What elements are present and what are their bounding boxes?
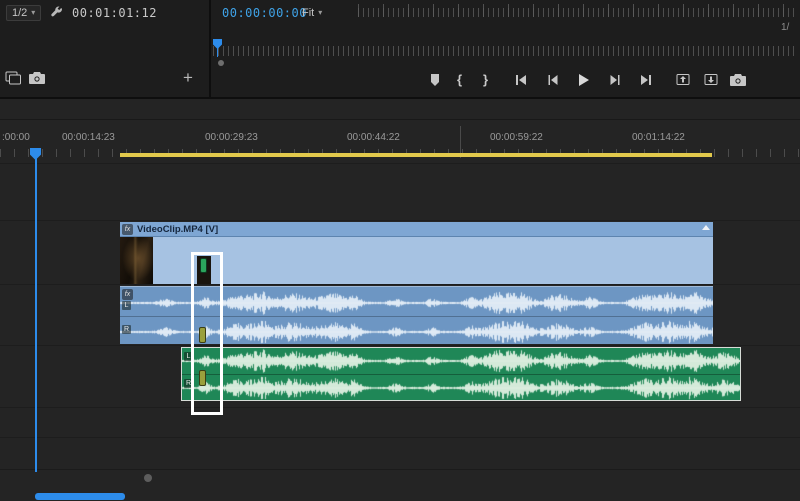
channel-right-label: R	[122, 325, 131, 334]
timeline-top-divider	[0, 119, 800, 120]
source-resolution-value: 1/2	[12, 7, 27, 19]
timeline-zoom-scrollbar[interactable]	[35, 493, 125, 500]
ruler-label: 00:00:14:23	[62, 132, 115, 143]
video-clip-label: VideoClip.MP4 [V]	[137, 224, 218, 235]
timeline-playhead-line	[35, 158, 37, 472]
fx-badge-icon: fx	[122, 224, 133, 235]
program-corner-label: 1/	[781, 22, 789, 33]
go-to-out-icon[interactable]	[640, 75, 652, 85]
video-clip-header[interactable]: fx VideoClip.MP4 [V]	[120, 222, 713, 237]
channel-left-label: L	[122, 301, 131, 310]
zoom-fit-value: Fit	[302, 7, 314, 19]
track-separator	[0, 469, 800, 470]
chevron-down-icon: ▾	[31, 9, 35, 17]
ruler-label: 00:01:14:22	[632, 132, 685, 143]
chevron-down-icon: ▾	[318, 9, 322, 17]
render-bar-yellow	[120, 153, 712, 157]
source-resolution-dropdown[interactable]: 1/2 ▾	[6, 5, 41, 21]
video-thumbnail	[120, 237, 153, 284]
fx-badge-icon: fx	[122, 289, 133, 300]
mark-out-button[interactable]: }	[483, 72, 488, 87]
step-forward-icon[interactable]	[610, 75, 620, 85]
zoom-fit-dropdown[interactable]: Fit ▾	[302, 7, 322, 19]
premiere-timeline-screen: 1/2 ▾ 00:01:01:12 + 00:00:00:00 Fit ▾ 1/	[0, 0, 800, 501]
channel-separator	[182, 374, 740, 375]
ruler-label: :00:00	[2, 132, 30, 143]
track-separator	[0, 220, 800, 221]
track-separator	[0, 407, 800, 408]
export-frame-camera-icon[interactable]	[29, 72, 45, 84]
clip-corner-icon	[702, 225, 710, 230]
track-separator	[0, 284, 800, 285]
program-playhead-line	[217, 48, 218, 57]
mark-in-button[interactable]: {	[457, 72, 462, 87]
audio-clip-green[interactable]: L R	[181, 347, 741, 401]
export-frame-camera-icon[interactable]	[730, 74, 746, 86]
ruler-label: 00:00:59:22	[490, 132, 543, 143]
settings-wrench-icon[interactable]	[50, 6, 63, 19]
program-timecode[interactable]: 00:00:00:00	[222, 6, 307, 20]
source-timecode[interactable]: 00:01:01:12	[72, 6, 157, 20]
step-back-icon[interactable]	[548, 75, 558, 85]
timeline-scrollbar-handle[interactable]	[144, 474, 152, 482]
film-frame-icon[interactable]	[5, 71, 22, 85]
track-separator	[0, 437, 800, 438]
sync-highlight-box	[191, 252, 223, 415]
monitor-panels-bar: 1/2 ▾ 00:01:01:12 + 00:00:00:00 Fit ▾ 1/	[0, 0, 800, 99]
program-time-ruler[interactable]	[213, 46, 797, 56]
add-marker-icon[interactable]	[430, 74, 440, 86]
ruler-label: 00:00:44:22	[347, 132, 400, 143]
program-top-ruler-major	[358, 4, 794, 17]
go-to-in-icon[interactable]	[515, 75, 527, 85]
track-separator	[0, 163, 800, 164]
program-scrollbar-handle[interactable]	[218, 60, 224, 66]
track-separator	[0, 345, 800, 346]
extract-icon[interactable]	[704, 73, 718, 86]
ruler-label: 00:00:29:23	[205, 132, 258, 143]
button-editor-plus-button[interactable]: +	[183, 69, 193, 86]
lift-icon[interactable]	[676, 73, 690, 86]
play-icon[interactable]	[578, 74, 589, 86]
panel-divider	[209, 0, 211, 97]
